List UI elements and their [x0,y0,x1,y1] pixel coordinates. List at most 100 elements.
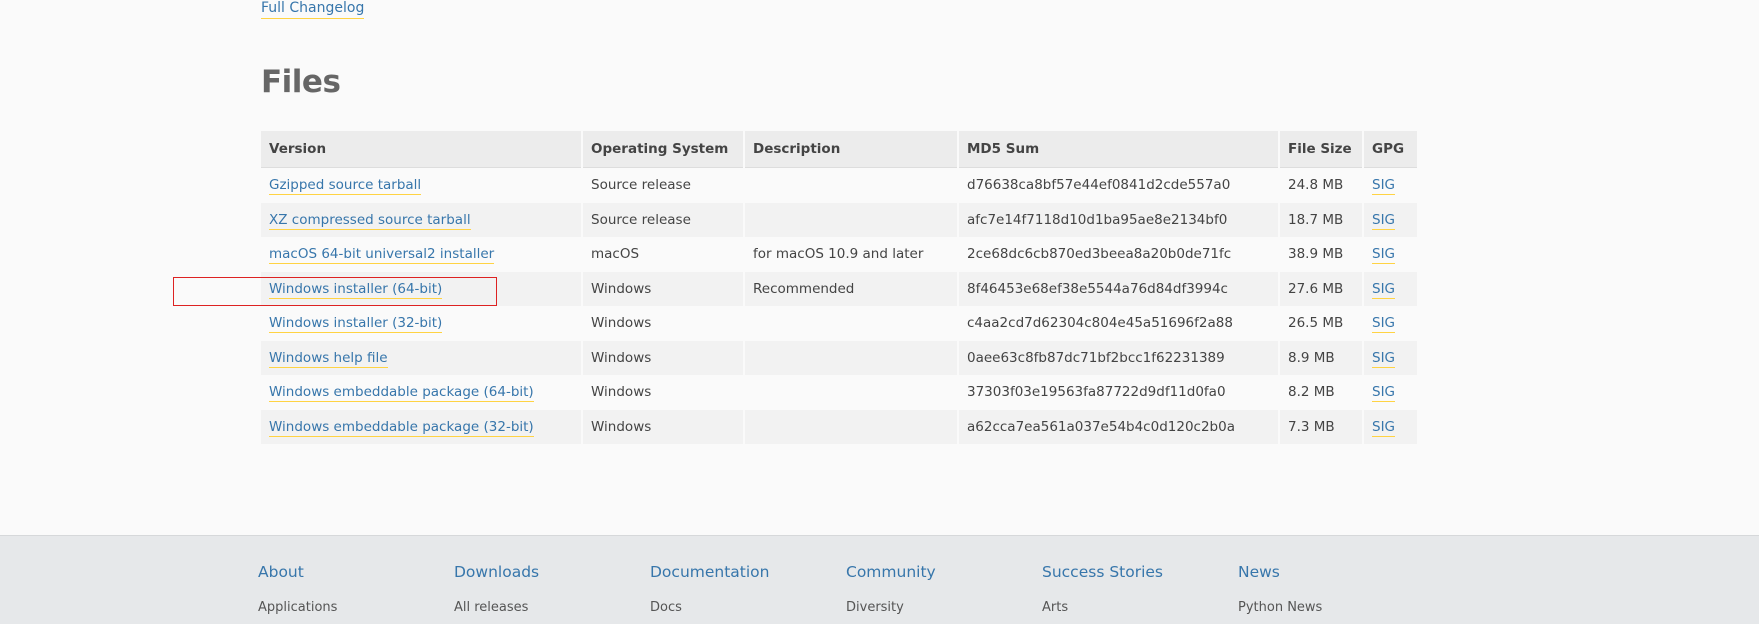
sig-link[interactable]: SIG [1372,177,1396,196]
md5-cell: d76638ca8bf57e44ef0841d2cde557a0 [959,168,1278,203]
table-row: XZ compressed source tarball Source rele… [261,202,1417,237]
description-cell [745,409,957,444]
description-cell [745,340,957,375]
gpg-cell: SIG [1364,237,1417,272]
footer-link-diversity[interactable]: Diversity [846,600,936,615]
size-cell: 8.9 MB [1280,340,1362,375]
footer-column-community: Community Diversity [846,563,936,615]
footer-column-about: About Applications [258,563,337,615]
sig-link[interactable]: SIG [1372,246,1396,265]
footer-link-python-news[interactable]: Python News [1238,600,1322,615]
download-link[interactable]: macOS 64-bit universal2 installer [269,246,495,265]
description-cell: for macOS 10.9 and later [745,237,957,272]
md5-cell: 37303f03e19563fa87722d9df11d0fa0 [959,375,1278,410]
size-cell: 38.9 MB [1280,237,1362,272]
os-cell: Windows [583,271,743,306]
description-cell [745,375,957,410]
footer-link-docs[interactable]: Docs [650,600,770,615]
md5-cell: afc7e14f7118d10d1ba95ae8e2134bf0 [959,202,1278,237]
os-cell: Source release [583,168,743,203]
files-heading: Files [261,64,341,100]
os-cell: macOS [583,237,743,272]
footer-heading-downloads[interactable]: Downloads [454,563,539,581]
version-cell: macOS 64-bit universal2 installer [261,237,581,272]
gpg-cell: SIG [1364,306,1417,341]
size-cell: 27.6 MB [1280,271,1362,306]
site-footer: About Applications Downloads All release… [0,535,1759,624]
header-version: Version [261,131,581,168]
gpg-cell: SIG [1364,202,1417,237]
header-gpg: GPG [1364,131,1417,168]
version-cell: Gzipped source tarball [261,168,581,203]
full-changelog-link[interactable]: Full Changelog [261,0,365,19]
gpg-cell: SIG [1364,271,1417,306]
description-cell [745,168,957,203]
footer-column-downloads: Downloads All releases [454,563,539,615]
sig-link[interactable]: SIG [1372,418,1396,437]
size-cell: 18.7 MB [1280,202,1362,237]
sig-link[interactable]: SIG [1372,315,1396,334]
header-description: Description [745,131,957,168]
download-link[interactable]: XZ compressed source tarball [269,211,471,230]
footer-heading-success-stories[interactable]: Success Stories [1042,563,1163,581]
version-cell: Windows embeddable package (32-bit) [261,409,581,444]
gpg-cell: SIG [1364,168,1417,203]
size-cell: 24.8 MB [1280,168,1362,203]
footer-heading-about[interactable]: About [258,563,337,581]
table-header-row: Version Operating System Description MD5… [261,131,1417,168]
sig-link[interactable]: SIG [1372,384,1396,403]
md5-cell: 0aee63c8fb87dc71bf2bcc1f62231389 [959,340,1278,375]
os-cell: Windows [583,306,743,341]
description-cell [745,202,957,237]
footer-link-all-releases[interactable]: All releases [454,600,539,615]
header-file-size: File Size [1280,131,1362,168]
size-cell: 26.5 MB [1280,306,1362,341]
footer-heading-news[interactable]: News [1238,563,1322,581]
footer-heading-documentation[interactable]: Documentation [650,563,770,581]
footer-column-news: News Python News [1238,563,1322,615]
os-cell: Windows [583,340,743,375]
header-md5-sum: MD5 Sum [959,131,1278,168]
table-row: Windows help file Windows 0aee63c8fb87dc… [261,340,1417,375]
gpg-cell: SIG [1364,340,1417,375]
md5-cell: 8f46453e68ef38e5544a76d84df3994c [959,271,1278,306]
download-link[interactable]: Windows installer (32-bit) [269,315,443,334]
description-cell [745,306,957,341]
footer-link-arts[interactable]: Arts [1042,600,1163,615]
table-row: macOS 64-bit universal2 installer macOS … [261,237,1417,272]
table-row: Windows embeddable package (32-bit) Wind… [261,409,1417,444]
download-link[interactable]: Gzipped source tarball [269,177,422,196]
footer-heading-community[interactable]: Community [846,563,936,581]
size-cell: 7.3 MB [1280,409,1362,444]
size-cell: 8.2 MB [1280,375,1362,410]
footer-link-applications[interactable]: Applications [258,600,337,615]
download-link[interactable]: Windows installer (64-bit) [269,280,443,299]
gpg-cell: SIG [1364,375,1417,410]
gpg-cell: SIG [1364,409,1417,444]
version-cell: Windows embeddable package (64-bit) [261,375,581,410]
description-cell: Recommended [745,271,957,306]
table-row: Windows installer (64-bit) Windows Recom… [261,271,1417,306]
md5-cell: c4aa2cd7d62304c804e45a51696f2a88 [959,306,1278,341]
version-cell: XZ compressed source tarball [261,202,581,237]
sig-link[interactable]: SIG [1372,349,1396,368]
sig-link[interactable]: SIG [1372,211,1396,230]
table-row: Windows embeddable package (64-bit) Wind… [261,375,1417,410]
sig-link[interactable]: SIG [1372,280,1396,299]
footer-column-success-stories: Success Stories Arts [1042,563,1163,615]
os-cell: Windows [583,409,743,444]
header-operating-system: Operating System [583,131,743,168]
md5-cell: a62cca7ea561a037e54b4c0d120c2b0a [959,409,1278,444]
os-cell: Windows [583,375,743,410]
download-link[interactable]: Windows embeddable package (32-bit) [269,418,534,437]
files-table: Version Operating System Description MD5… [259,131,1419,444]
download-link[interactable]: Windows embeddable package (64-bit) [269,384,534,403]
os-cell: Source release [583,202,743,237]
footer-column-documentation: Documentation Docs [650,563,770,615]
download-link[interactable]: Windows help file [269,349,388,368]
table-row: Gzipped source tarball Source release d7… [261,168,1417,203]
version-cell: Windows installer (64-bit) [261,271,581,306]
version-cell: Windows help file [261,340,581,375]
md5-cell: 2ce68dc6cb870ed3beea8a20b0de71fc [959,237,1278,272]
version-cell: Windows installer (32-bit) [261,306,581,341]
